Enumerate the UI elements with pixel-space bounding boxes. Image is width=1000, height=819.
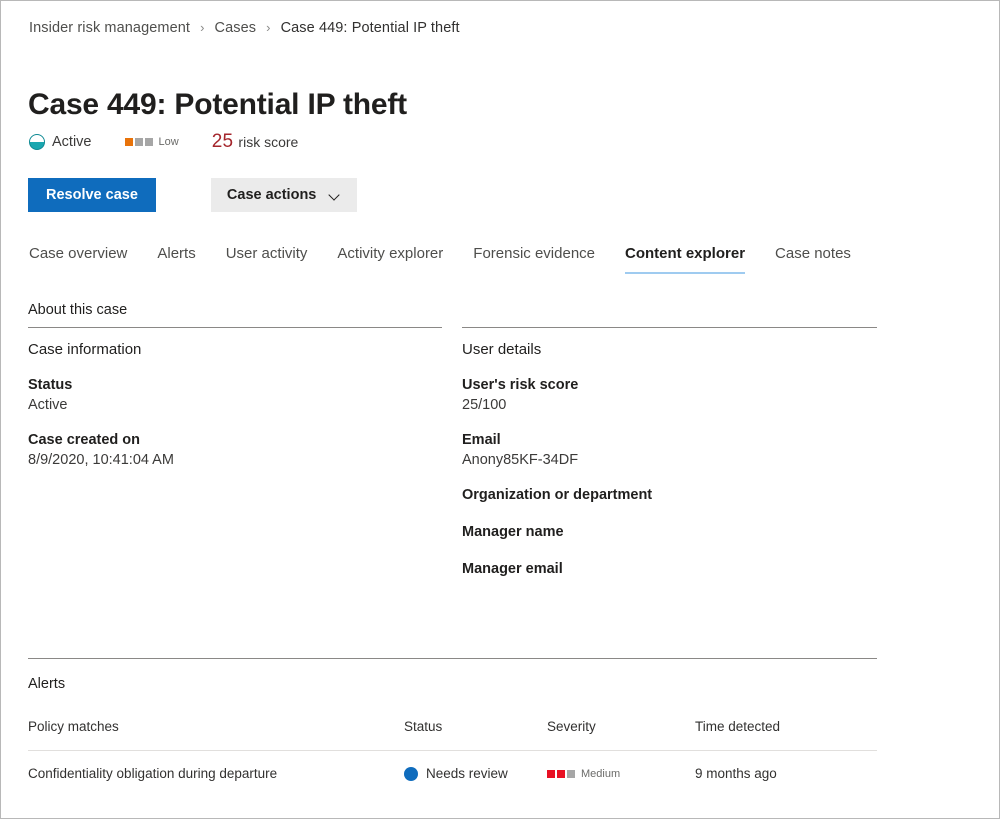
case-action-toolbar: Resolve case Case actions <box>28 178 358 212</box>
status-badge: Active <box>29 134 92 150</box>
alerts-section-divider <box>28 658 877 659</box>
section-divider-right <box>462 327 877 328</box>
field-organization-or-department: Organization or department <box>462 485 882 505</box>
field-email-label: Email <box>462 432 501 448</box>
field-manager-name-label: Manager name <box>462 524 564 540</box>
case-actions-button-label: Case actions <box>226 187 317 203</box>
breadcrumb-item-cases[interactable]: Cases <box>215 20 257 36</box>
alerts-table: Policy matches Status Severity Time dete… <box>28 719 877 781</box>
cell-time-detected: 9 months ago <box>695 766 777 781</box>
tab-user-activity[interactable]: User activity <box>226 241 308 274</box>
user-details-heading: User details <box>462 341 542 358</box>
cell-severity: Medium <box>547 751 695 782</box>
column-header-time-detected[interactable]: Time detected <box>695 719 877 751</box>
severity-squares-icon <box>124 138 153 146</box>
case-detail-page: Insider risk management › Cases › Case 4… <box>0 0 1000 819</box>
severity-squares-icon <box>547 769 575 778</box>
page-title: Case 449: Potential IP theft <box>28 88 407 122</box>
case-information-heading: Case information <box>28 341 142 358</box>
tab-content-explorer[interactable]: Content explorer <box>625 241 746 274</box>
cell-policy-matches: Confidentiality obligation during depart… <box>28 766 278 781</box>
cell-severity-label: Medium <box>581 767 621 780</box>
field-case-created-on-value: 8/9/2020, 10:41:04 AM <box>28 452 174 468</box>
field-user-risk-score-value: 25/100 <box>462 397 507 413</box>
table-row[interactable]: Confidentiality obligation during depart… <box>28 751 877 782</box>
field-organization-or-department-label: Organization or department <box>462 487 653 503</box>
about-this-case-label: About this case <box>28 302 128 318</box>
field-manager-email-label: Manager email <box>462 561 563 577</box>
risk-score-badge: 25 risk score <box>212 131 299 153</box>
tab-forensic-evidence[interactable]: Forensic evidence <box>473 241 595 274</box>
breadcrumb: Insider risk management › Cases › Case 4… <box>29 20 460 36</box>
column-header-severity[interactable]: Severity <box>547 719 695 751</box>
cell-status-label: Needs review <box>426 766 508 781</box>
status-badge-label: Active <box>52 134 92 150</box>
field-email-value: Anony85KF-34DF <box>462 452 579 468</box>
case-information-panel: Case information Status Active Case crea… <box>28 341 448 485</box>
tab-case-notes[interactable]: Case notes <box>775 241 851 274</box>
field-user-risk-score: User's risk score 25/100 <box>462 375 882 416</box>
case-meta-row: Active Low 25 risk score <box>29 131 298 153</box>
breadcrumb-item-current-case[interactable]: Case 449: Potential IP theft <box>281 20 460 36</box>
field-case-created-on: Case created on 8/9/2020, 10:41:04 AM <box>28 430 448 471</box>
severity-badge-label: Low <box>158 136 179 148</box>
field-status-value: Active <box>28 397 68 413</box>
tab-case-overview[interactable]: Case overview <box>29 241 127 274</box>
cell-status: Needs review <box>404 751 547 781</box>
breadcrumb-separator-icon: › <box>266 19 271 35</box>
chevron-down-icon <box>330 190 341 201</box>
breadcrumb-separator-icon: › <box>200 19 205 35</box>
column-header-policy-matches[interactable]: Policy matches <box>28 719 404 751</box>
user-details-panel: User details User's risk score 25/100 Em… <box>462 341 882 596</box>
risk-score-value: 25 <box>211 131 234 152</box>
field-manager-name: Manager name <box>462 522 882 542</box>
severity-badge: Low <box>124 136 179 148</box>
column-header-status[interactable]: Status <box>404 719 547 751</box>
risk-score-label: risk score <box>238 134 299 150</box>
field-status: Status Active <box>28 375 448 416</box>
section-divider-left <box>28 327 442 328</box>
field-user-risk-score-label: User's risk score <box>462 377 579 393</box>
tab-alerts[interactable]: Alerts <box>157 241 195 274</box>
resolve-case-button[interactable]: Resolve case <box>28 178 156 212</box>
tab-activity-explorer[interactable]: Activity explorer <box>337 241 443 274</box>
half-filled-circle-icon <box>29 134 45 150</box>
field-status-label: Status <box>28 377 73 393</box>
case-tab-bar: Case overview Alerts User activity Activ… <box>29 241 851 274</box>
breadcrumb-item-insider-risk-management[interactable]: Insider risk management <box>29 20 190 36</box>
case-actions-button[interactable]: Case actions <box>210 178 358 212</box>
filled-circle-icon <box>404 766 418 781</box>
table-header-row: Policy matches Status Severity Time dete… <box>28 719 877 751</box>
field-email: Email Anony85KF-34DF <box>462 430 882 471</box>
alerts-section-title: Alerts <box>28 676 66 692</box>
field-manager-email: Manager email <box>462 559 882 579</box>
field-case-created-on-label: Case created on <box>28 432 141 448</box>
